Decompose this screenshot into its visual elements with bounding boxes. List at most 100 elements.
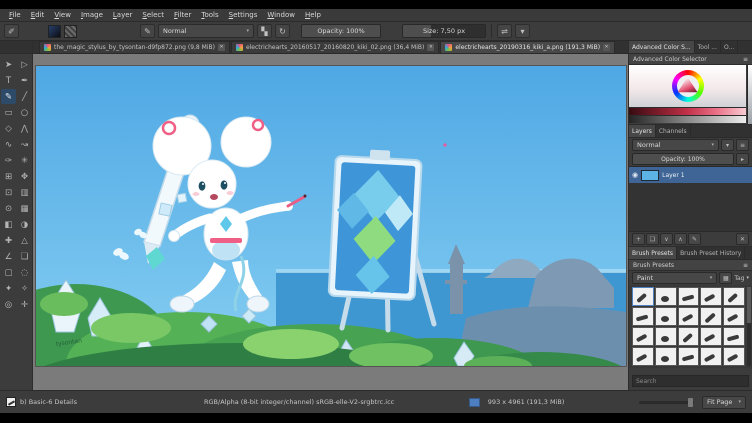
current-brush[interactable]: b) Basic-6 Details (6, 397, 196, 407)
tab-tool-options[interactable]: Tool ... (695, 41, 721, 53)
layer-opacity-slider[interactable]: Opacity: 100% (632, 153, 734, 165)
shade-strip-red[interactable] (629, 107, 746, 115)
reload-preset-icon[interactable]: ↻ (275, 24, 290, 38)
fill-tool[interactable]: ◧ (1, 217, 16, 232)
tab-layers[interactable]: Layers (629, 125, 656, 137)
visibility-eye-icon[interactable]: ◉ (632, 171, 638, 179)
contiguous-selection-tool[interactable]: ✦ (1, 281, 16, 296)
zoom-slider[interactable] (639, 397, 694, 407)
brush-preset[interactable] (677, 287, 700, 306)
brush-preset[interactable] (723, 307, 745, 326)
delete-layer-button[interactable]: ✕ (736, 233, 749, 245)
layer-filter-button[interactable]: ▾ (721, 139, 734, 151)
menu-edit[interactable]: Edit (26, 10, 50, 20)
brush-preset[interactable] (700, 287, 723, 306)
menu-settings[interactable]: Settings (224, 10, 263, 20)
brush-preset[interactable] (723, 347, 745, 366)
shade-strip-gray[interactable] (629, 115, 746, 123)
freehand-brush-tool[interactable]: ✎ (1, 89, 16, 104)
tab-brush-preset-history[interactable]: Brush Preset History (677, 247, 746, 259)
gradient-tool[interactable]: ▥ (17, 185, 32, 200)
docker-settings-icon[interactable]: ≡ (743, 262, 748, 269)
brush-preset[interactable] (677, 307, 700, 326)
assistants-tool[interactable]: △ (17, 233, 32, 248)
measure-tool[interactable]: ∠ (1, 249, 16, 264)
layer-properties-button[interactable]: ✎ (688, 233, 701, 245)
brush-preset[interactable] (632, 287, 654, 306)
brush-preset[interactable] (654, 307, 677, 326)
move-layer-up-button[interactable]: ∧ (674, 233, 687, 245)
pattern-chooser[interactable] (64, 24, 77, 38)
preserve-alpha-icon[interactable]: ▚ (257, 24, 272, 38)
polyline-tool[interactable]: ⋀ (17, 121, 32, 136)
brush-preset[interactable] (654, 287, 677, 306)
menu-image[interactable]: Image (76, 10, 108, 20)
freehand-path-tool[interactable]: ↝ (17, 137, 32, 152)
move-layer-down-button[interactable]: ∨ (660, 233, 673, 245)
add-layer-button[interactable]: + (632, 233, 645, 245)
opacity-slider[interactable]: Opacity: 100% (301, 24, 381, 38)
brush-preset[interactable] (677, 347, 700, 366)
edit-brush-settings-icon[interactable]: ✎ (140, 24, 155, 38)
edit-shapes-tool[interactable]: ▷ (17, 57, 32, 72)
value-strip[interactable] (747, 65, 752, 124)
layer-row-1[interactable]: ◉ Layer 1 (629, 167, 752, 183)
layer-blend-combo[interactable]: Normal ▾ (632, 139, 719, 151)
brush-search-input[interactable] (632, 375, 749, 387)
layer-opacity-spin-button[interactable]: ▸ (736, 153, 749, 165)
select-shapes-tool[interactable]: ➤ (1, 57, 16, 72)
document-tab-2[interactable]: electrichearts_20160517_20160820_kiki_02… (230, 41, 440, 53)
document-tab-1[interactable]: the_magic_stylus_by_tysontan-d9fp872.png… (39, 41, 230, 53)
ellipse-tool[interactable]: ○ (17, 105, 32, 120)
colorize-mask-tool[interactable]: ◑ (17, 217, 32, 232)
brush-preset[interactable] (700, 307, 723, 326)
polygon-tool[interactable]: ◇ (1, 121, 16, 136)
crop-tool[interactable]: ⊡ (1, 185, 16, 200)
close-icon[interactable]: ✕ (427, 44, 435, 51)
brush-preset[interactable] (677, 327, 700, 346)
layers-menu-button[interactable]: ≡ (736, 139, 749, 151)
saturation-triangle[interactable] (677, 77, 698, 93)
menu-window[interactable]: Window (262, 10, 300, 20)
menu-filter[interactable]: Filter (169, 10, 196, 20)
brush-presets-icon[interactable]: ✐ (4, 24, 19, 38)
brush-preset[interactable] (723, 287, 745, 306)
brush-grid-scrollbar[interactable] (747, 287, 751, 366)
color-shade-area[interactable] (629, 65, 746, 107)
brush-preset[interactable] (700, 347, 723, 366)
close-icon[interactable]: ✕ (217, 44, 225, 51)
similar-color-selection-tool[interactable]: ✧ (17, 281, 32, 296)
rectangular-selection-tool[interactable]: ▢ (1, 265, 16, 280)
brush-tag-combo[interactable]: Paint ▾ (632, 272, 718, 284)
brush-preset[interactable] (654, 347, 677, 366)
toolbar-overflow-icon[interactable]: ▾ (515, 24, 530, 38)
transform-tool[interactable]: ⊞ (1, 169, 16, 184)
dynamic-brush-tool[interactable]: ✑ (1, 153, 16, 168)
mirror-icon[interactable]: ⇌ (497, 24, 512, 38)
zoom-tool[interactable]: ◎ (1, 297, 16, 312)
hue-ring[interactable] (671, 70, 704, 102)
tab-brush-presets[interactable]: Brush Presets (629, 247, 678, 259)
gradient-chooser[interactable] (48, 24, 61, 38)
rectangle-tool[interactable]: ▭ (1, 105, 16, 120)
menu-help[interactable]: Help (300, 10, 326, 20)
elliptical-selection-tool[interactable]: ◌ (17, 265, 32, 280)
text-tool[interactable]: T (1, 73, 16, 88)
brush-preset[interactable] (632, 347, 654, 366)
view-mode-icon[interactable]: ▦ (719, 272, 733, 284)
size-slider[interactable]: Size: 7,50 px (402, 24, 486, 38)
duplicate-layer-button[interactable]: ❏ (646, 233, 659, 245)
calligraphy-tool[interactable]: ✒ (17, 73, 32, 88)
menu-layer[interactable]: Layer (108, 10, 138, 20)
close-icon[interactable]: ✕ (603, 44, 611, 51)
brush-preset[interactable] (632, 307, 654, 326)
pattern-editing-tool[interactable]: ▦ (17, 201, 32, 216)
zoom-level-combo[interactable]: Fit Page ▾ (702, 395, 746, 409)
docker-settings-icon[interactable]: ≡ (743, 56, 748, 63)
bezier-curve-tool[interactable]: ∿ (1, 137, 16, 152)
brush-preset[interactable] (700, 327, 723, 346)
smart-patch-tool[interactable]: ✚ (1, 233, 16, 248)
canvas-area[interactable]: tysontan (33, 54, 628, 390)
tab-overview[interactable]: O... (721, 41, 739, 53)
document-tab-3[interactable]: electrichearts_20190316_kiki_a.png (191,… (440, 41, 616, 53)
